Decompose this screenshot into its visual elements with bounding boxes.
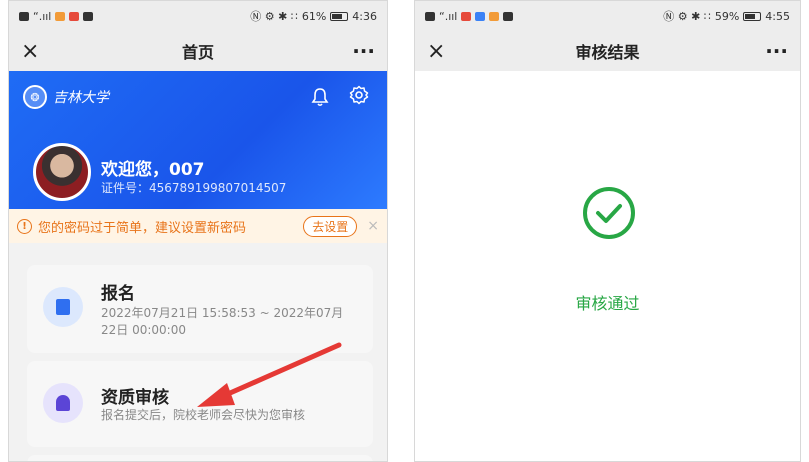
- status-right-info: Ⓝ ⚙ ✱ ∷ 59% 4:55: [663, 8, 790, 24]
- card-desc: 报名提交后，院校老师会尽快为您审核: [101, 408, 306, 422]
- profile-header: ❂ 吉林大学 欢迎您，007 证件号：456789199807014507: [9, 71, 387, 209]
- more-icon[interactable]: ···: [758, 39, 788, 63]
- warning-icon: !: [17, 218, 32, 234]
- next-card-peek: [27, 455, 373, 461]
- nav-bar: × 首页 ···: [9, 31, 387, 71]
- battery-percent: 59%: [714, 9, 740, 23]
- signup-card[interactable]: 报名 2022年07月21日 15:58:53 ~ 2022年07月 22日 0…: [27, 265, 373, 353]
- battery-percent: 61%: [301, 9, 327, 23]
- system-icons: Ⓝ ⚙ ✱ ∷: [250, 10, 298, 23]
- more-icon[interactable]: ···: [345, 39, 375, 63]
- welcome-text: 欢迎您，007: [101, 160, 205, 180]
- page-title: 首页: [181, 43, 214, 62]
- gear-icon[interactable]: [349, 85, 369, 110]
- signal-icon: “.ııl: [439, 9, 458, 23]
- app-notification-icon: [461, 11, 472, 21]
- phone-screen-review-result: “.ııl Ⓝ ⚙ ✱ ∷ 59% 4:55 × 审核结果 ··· 审核通过: [414, 0, 801, 462]
- status-bar: “.ııl Ⓝ ⚙ ✱ ∷ 59% 4:55: [415, 1, 800, 31]
- app-notification-icon: [489, 11, 500, 21]
- app-notification-icon: [83, 11, 94, 21]
- close-icon[interactable]: ×: [427, 39, 457, 64]
- university-seal-icon: ❂: [23, 85, 47, 109]
- status-time: 4:55: [765, 9, 790, 23]
- university-logo: ❂ 吉林大学: [23, 85, 109, 109]
- battery-icon: [330, 11, 349, 21]
- app-notification-icon: [69, 11, 80, 21]
- document-icon: [43, 287, 83, 327]
- avatar[interactable]: [33, 143, 91, 201]
- id-number: 证件号：456789199807014507: [101, 181, 287, 195]
- app-notification-icon: [475, 11, 486, 21]
- password-notice-bar: ! 您的密码过于简单，建议设置新密码 去设置 ×: [9, 209, 387, 243]
- system-icons: Ⓝ ⚙ ✱ ∷: [663, 10, 711, 23]
- hd-icon: [19, 11, 29, 21]
- nav-bar: × 审核结果 ···: [415, 31, 800, 71]
- status-left-icons: “.ııl: [19, 9, 94, 23]
- signal-icon: “.ııl: [33, 9, 52, 23]
- review-result-text: 审核通过: [575, 294, 640, 313]
- qualification-review-card[interactable]: 资质审核 报名提交后，院校老师会尽快为您审核: [27, 361, 373, 447]
- card-desc: 2022年07月21日 15:58:53 ~ 2022年07月 22日 00:0…: [101, 306, 344, 337]
- battery-icon: [743, 11, 762, 21]
- page-title: 审核结果: [575, 43, 640, 62]
- status-left-icons: “.ııl: [425, 9, 514, 23]
- card-title: 资质审核: [101, 388, 169, 408]
- card-title: 报名: [101, 284, 135, 304]
- phone-screen-home: “.ııl Ⓝ ⚙ ✱ ∷ 61% 4:36 × 首页 ··· ❂ 吉林大学 欢…: [8, 0, 388, 462]
- university-name: 吉林大学: [53, 90, 109, 106]
- app-notification-icon: [503, 11, 514, 21]
- check-circle-icon: [583, 187, 635, 239]
- close-icon[interactable]: ×: [21, 39, 51, 64]
- result-panel: 审核通过: [415, 71, 800, 461]
- stamp-icon: [43, 383, 83, 423]
- bell-icon[interactable]: [311, 87, 329, 112]
- status-right-info: Ⓝ ⚙ ✱ ∷ 61% 4:36: [250, 8, 377, 24]
- hd-icon: [425, 11, 435, 21]
- notice-text: 您的密码过于简单，建议设置新密码: [38, 220, 247, 236]
- go-settings-button[interactable]: 去设置: [303, 215, 358, 237]
- status-time: 4:36: [352, 9, 377, 23]
- app-notification-icon: [55, 11, 66, 21]
- close-icon[interactable]: ×: [367, 218, 379, 234]
- status-bar: “.ııl Ⓝ ⚙ ✱ ∷ 61% 4:36: [9, 1, 387, 31]
